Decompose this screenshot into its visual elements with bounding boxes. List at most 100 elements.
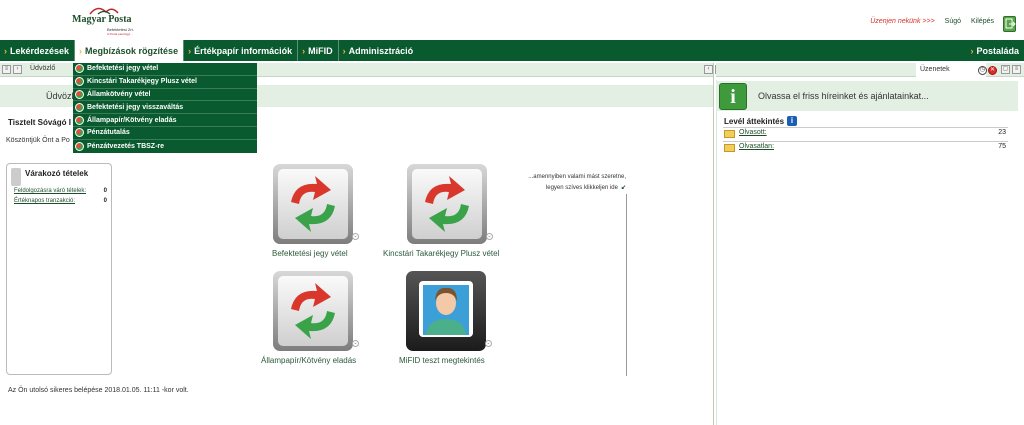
tile-bond-sale[interactable]: [273, 271, 353, 351]
menu-item-bond-sale[interactable]: Állampapír/Kötvény eladás: [73, 114, 257, 127]
refresh-arrows-icon: [75, 77, 84, 87]
tile-treasury-savings-purchase[interactable]: [407, 164, 487, 244]
menu-item-label: Államkötvény vétel: [87, 90, 151, 98]
tile-mifid-test[interactable]: [406, 271, 486, 351]
refresh-arrows-icon: [425, 176, 469, 232]
nav-securities-info[interactable]: › Értékpapír információk: [184, 40, 297, 61]
tile-label[interactable]: Befektetési jegy vétel: [272, 249, 348, 258]
refresh-arrows-icon: [75, 64, 84, 74]
greeting-title: Tisztelt Sóvágó I: [8, 118, 71, 127]
tab-welcome[interactable]: Üdvözlő: [30, 65, 55, 72]
close-tab-icon[interactable]: ✕: [988, 66, 997, 75]
closed-envelope-icon: [724, 144, 735, 152]
hint-divider: [626, 194, 627, 376]
logout-link[interactable]: Kilépés: [971, 18, 994, 25]
menu-item-label: Befektetési jegy vétel: [87, 65, 159, 73]
user-portrait-icon: [423, 285, 469, 335]
value-date-transactions-count: 0: [103, 198, 107, 204]
nav-label: Postaláda: [976, 45, 1019, 56]
nav-administration[interactable]: › Adminisztráció: [339, 40, 419, 61]
tab-scroll-left-icon[interactable]: ‹: [704, 65, 713, 74]
nav-arrow-icon: ›: [79, 45, 83, 56]
nav-queries[interactable]: › Lekérdezések: [0, 40, 74, 61]
menu-item-label: Pénzátutalás: [87, 129, 130, 137]
news-text: Olvassa el friss híreinket és ajánlatain…: [758, 91, 929, 101]
refresh-arrows-icon: [291, 176, 335, 232]
mail-overview-title: Levél áttekintés: [724, 117, 785, 126]
panel-divider: [713, 63, 714, 425]
order-entry-dropdown: Befektetési jegy vétel Kincstári Takarék…: [73, 63, 257, 153]
nav-arrow-icon: ›: [4, 45, 7, 56]
welcome-bar-text: Üdvözl: [46, 91, 74, 101]
menu-item-money-transfer[interactable]: Pénzátutalás: [73, 127, 257, 140]
panel-list-icon[interactable]: ≡: [1012, 65, 1021, 74]
nav-label: MiFID: [308, 45, 333, 56]
pending-items-count: 0: [103, 188, 107, 194]
menu-item-label: Állampapír/Kötvény eladás: [87, 116, 177, 124]
help-link[interactable]: Súgó: [945, 18, 961, 25]
arrow-down-left-icon[interactable]: ↙: [621, 185, 626, 191]
tile-label[interactable]: MiFID teszt megtekintés: [399, 356, 485, 365]
nav-arrow-icon: ›: [188, 45, 192, 56]
hint-line-2[interactable]: legyen szíves klikkeljen ide: [546, 185, 618, 191]
menu-item-fund-purchase[interactable]: Befektetési jegy vétel: [73, 63, 257, 76]
tab-messages[interactable]: Üzenetek: [916, 63, 986, 77]
refresh-arrows-icon: [75, 102, 84, 112]
exit-door-icon: [1005, 18, 1016, 29]
menu-item-government-bond-purchase[interactable]: Államkötvény vétel: [73, 89, 257, 102]
menu-item-label: Kincstári Takarékjegy Plusz vétel: [87, 78, 197, 86]
last-login-text: Az Ön utolsó sikeres belépése 2018.01.05…: [8, 387, 189, 394]
hint-line-1: ...amennyiben valami mást szeretne,: [528, 174, 626, 180]
nav-label: Megbízások rögzítése: [85, 45, 179, 56]
nav-mailbox[interactable]: › Postaláda: [966, 40, 1024, 61]
tile-expand-icon[interactable]: ⌄: [352, 340, 359, 347]
read-mail-count: 23: [998, 129, 1006, 136]
tab-prev-icon[interactable]: ‹: [13, 65, 22, 74]
app-root: Magyar Posta Befektetési Zrt. A Posta pé…: [0, 0, 1024, 425]
logo-tagline: A Posta pénzügyi...: [107, 32, 133, 36]
tile-expand-icon[interactable]: ⌄: [486, 233, 493, 240]
pending-items-link[interactable]: Feldolgozásra váró tételek:: [14, 188, 86, 194]
nav-order-entry[interactable]: › Megbízások rögzítése: [75, 40, 184, 61]
menu-item-tbsz-transfer[interactable]: Pénzátvezetés TBSZ-re: [73, 140, 257, 153]
read-mail-link[interactable]: Olvasott:: [739, 129, 767, 136]
tile-fund-purchase[interactable]: [273, 164, 353, 244]
menu-item-fund-redemption[interactable]: Befektetési jegy visszaváltás: [73, 101, 257, 115]
clock-icon[interactable]: ◷: [978, 66, 987, 75]
menu-item-label: Pénzátvezetés TBSZ-re: [87, 142, 165, 150]
waiting-items-title: Várakozó tételek: [25, 169, 89, 178]
mail-row-read: Olvasott: 23: [723, 127, 1008, 140]
unread-mail-link[interactable]: Olvasatlan:: [739, 143, 774, 150]
nav-arrow-icon: ›: [970, 45, 974, 56]
nav-arrow-icon: ›: [302, 45, 306, 56]
magyar-posta-logo[interactable]: Magyar Posta Befektetési Zrt. A Posta pé…: [64, 2, 134, 38]
refresh-arrows-icon: [291, 283, 335, 339]
news-banner[interactable]: i Olvassa el friss híreinket és ajánlata…: [716, 81, 1018, 111]
info-icon: i: [719, 83, 747, 110]
main-navbar: › Lekérdezések › Megbízások rögzítése › Ért…: [0, 40, 1024, 61]
exit-icon[interactable]: [1003, 16, 1016, 32]
open-envelope-icon: [724, 130, 735, 138]
tile-label[interactable]: Állampapír/Kötvény eladás: [261, 356, 356, 365]
top-links: Üzenjen nekünk >>> Súgó Kilépés: [870, 18, 994, 25]
refresh-arrows-icon: [75, 115, 84, 125]
nav-label: Értékpapír információk: [194, 45, 293, 56]
customize-hint: ...amennyiben valami mást szeretne, legy…: [480, 172, 626, 194]
right-tab-strip: Üzenetek ◷ ✕ ▢ ≡: [716, 63, 1024, 77]
tile-expand-icon[interactable]: ⌄: [352, 233, 359, 240]
panel-layout-icon[interactable]: ▢: [1001, 65, 1010, 74]
refresh-arrows-icon: [75, 89, 84, 99]
message-us-link[interactable]: Üzenjen nekünk >>>: [870, 18, 934, 25]
nav-label: Adminisztráció: [348, 45, 414, 56]
nav-label: Lekérdezések: [10, 45, 70, 56]
unread-mail-count: 75: [998, 143, 1006, 150]
tile-label[interactable]: Kincstári Takarékjegy Plusz vétel: [383, 249, 499, 258]
nav-mifid[interactable]: › MiFID: [298, 40, 338, 61]
value-date-transactions-link[interactable]: Értéknapos tranzakció:: [14, 198, 75, 204]
menu-item-treasury-savings-purchase[interactable]: Kincstári Takarékjegy Plusz vétel: [73, 76, 257, 89]
panel-tab-icon: [11, 168, 21, 186]
refresh-arrows-icon: [75, 141, 84, 151]
tile-expand-icon[interactable]: ⌄: [485, 340, 492, 347]
tab-grid-icon[interactable]: ≡: [2, 65, 11, 74]
mail-info-icon[interactable]: i: [787, 116, 797, 126]
